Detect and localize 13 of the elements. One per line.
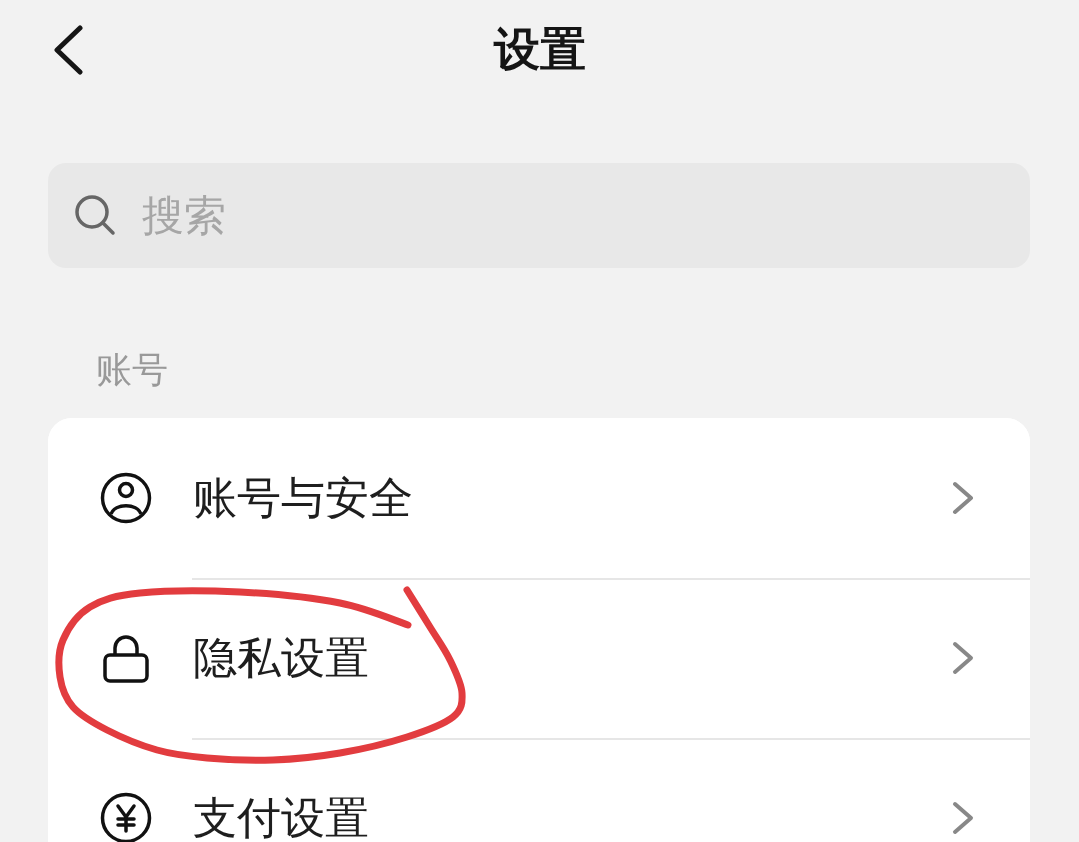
search-icon [74,194,116,236]
page-title: 设置 [493,22,586,78]
item-label: 隐私设置 [193,634,369,683]
lock-icon [100,633,152,684]
back-button[interactable] [52,25,84,75]
chevron-right-icon [951,481,975,516]
chevron-right-icon [951,641,975,676]
item-label: 账号与安全 [193,474,413,523]
chevron-right-icon [951,801,975,836]
item-label: 支付设置 [193,794,369,842]
section-label: 账号 [96,348,168,392]
user-circle-icon [100,472,152,525]
search-field[interactable]: 搜索 [48,163,1030,268]
